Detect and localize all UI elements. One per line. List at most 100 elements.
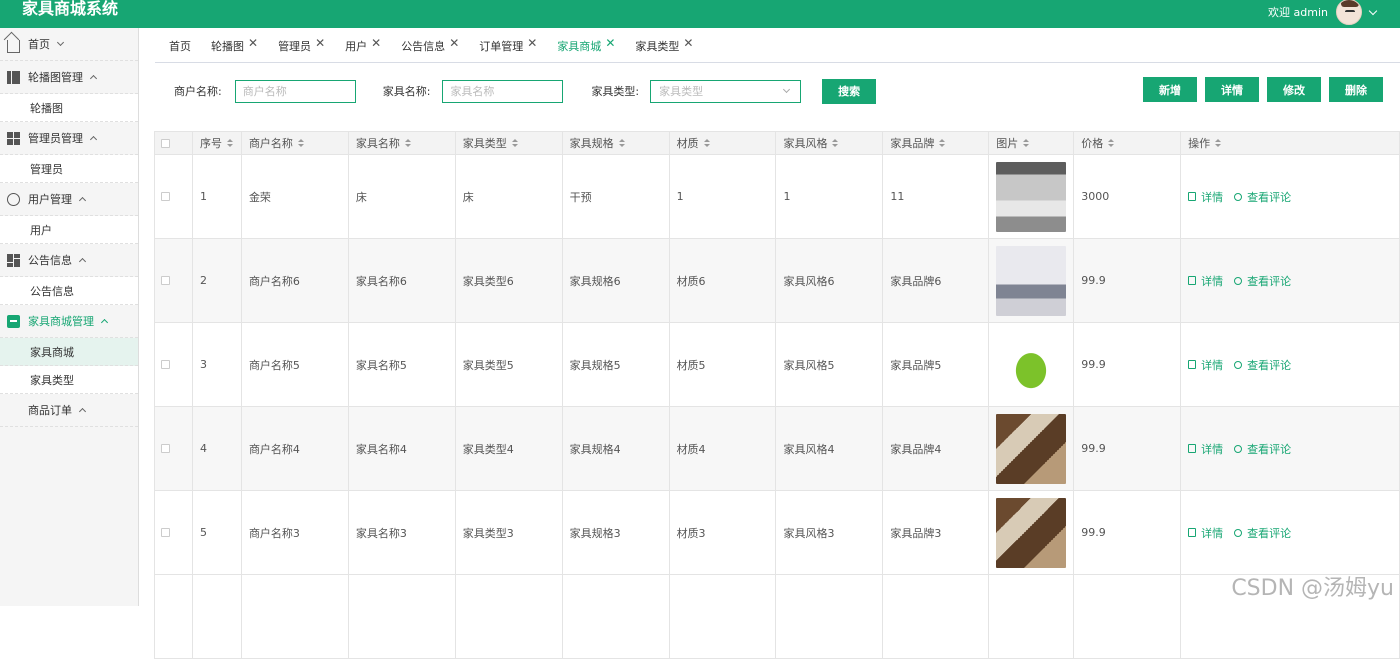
- close-icon[interactable]: ✕: [315, 36, 325, 50]
- row-select-cell: [155, 407, 193, 491]
- sidebar-group[interactable]: 商品订单: [0, 394, 138, 427]
- row-review-link[interactable]: 查看评论: [1234, 441, 1291, 457]
- furniture-image[interactable]: [996, 414, 1066, 484]
- avatar[interactable]: [1336, 0, 1362, 25]
- sort-icon[interactable]: [832, 139, 838, 148]
- column-header[interactable]: 家具类型: [456, 132, 563, 155]
- column-header[interactable]: 价格: [1074, 132, 1181, 155]
- sidebar-item[interactable]: 管理员: [0, 155, 138, 183]
- sidebar-group-label: 首页: [28, 36, 50, 52]
- tab-item[interactable]: 轮播图✕: [197, 30, 264, 63]
- cell-brand: 家具品牌5: [883, 323, 989, 407]
- close-icon[interactable]: ✕: [683, 36, 693, 50]
- sidebar-item[interactable]: 轮播图: [0, 94, 138, 122]
- table-row[interactable]: 2商户名称6家具名称6家具类型6家具规格6材质6家具风格6家具品牌699.9详情…: [155, 239, 1400, 323]
- column-header[interactable]: 家具品牌: [883, 132, 989, 155]
- table-row[interactable]: 5商户名称3家具名称3家具类型3家具规格3材质3家具风格3家具品牌399.9详情…: [155, 491, 1400, 575]
- column-header[interactable]: 图片: [989, 132, 1074, 155]
- sidebar-group[interactable]: 用户管理: [0, 183, 138, 216]
- row-detail-link[interactable]: 详情: [1188, 525, 1223, 541]
- row-checkbox[interactable]: [161, 192, 170, 201]
- cell-type: 家具类型4: [456, 407, 563, 491]
- close-icon[interactable]: ✕: [248, 36, 258, 50]
- column-header-label: 家具类型: [463, 135, 507, 151]
- row-checkbox[interactable]: [161, 528, 170, 537]
- furniture-image[interactable]: [996, 246, 1066, 316]
- delete-button[interactable]: 删除: [1329, 77, 1383, 102]
- row-review-link[interactable]: 查看评论: [1234, 525, 1291, 541]
- sort-icon[interactable]: [298, 139, 304, 148]
- sort-icon[interactable]: [227, 139, 233, 148]
- column-header[interactable]: 家具风格: [776, 132, 883, 155]
- tab-item[interactable]: 订单管理✕: [465, 30, 543, 63]
- table-row[interactable]: 1金荣床床干预11113000详情查看评论: [155, 155, 1400, 239]
- sidebar-item[interactable]: 家具类型: [0, 366, 138, 394]
- close-icon[interactable]: ✕: [371, 36, 381, 50]
- detail-button[interactable]: 详情: [1205, 77, 1259, 102]
- sort-icon[interactable]: [1108, 139, 1114, 148]
- row-review-link[interactable]: 查看评论: [1234, 357, 1291, 373]
- column-header[interactable]: 商户名称: [242, 132, 349, 155]
- chevron-down-icon: [783, 85, 790, 92]
- column-header[interactable]: 家具规格: [563, 132, 670, 155]
- edit-button[interactable]: 修改: [1267, 77, 1321, 102]
- tab-item[interactable]: 管理员✕: [264, 30, 331, 63]
- user-menu[interactable]: 欢迎 admin: [1268, 0, 1376, 24]
- chevron-down-icon: [57, 39, 64, 46]
- furniture-image[interactable]: [996, 162, 1066, 232]
- row-checkbox[interactable]: [161, 360, 170, 369]
- add-button[interactable]: 新增: [1143, 77, 1197, 102]
- furniture-image[interactable]: [996, 498, 1066, 568]
- tab-item[interactable]: 公告信息✕: [387, 30, 465, 63]
- sidebar-item[interactable]: 用户: [0, 216, 138, 244]
- column-header[interactable]: 家具名称: [349, 132, 456, 155]
- close-icon[interactable]: ✕: [605, 36, 615, 50]
- sidebar-group[interactable]: 轮播图管理: [0, 61, 138, 94]
- sort-icon[interactable]: [619, 139, 625, 148]
- row-review-link[interactable]: 查看评论: [1234, 273, 1291, 289]
- empty-cell: [242, 575, 349, 659]
- cell-brand: 家具品牌6: [883, 239, 989, 323]
- table-row[interactable]: 3商户名称5家具名称5家具类型5家具规格5材质5家具风格5家具品牌599.9详情…: [155, 323, 1400, 407]
- table-row[interactable]: 4商户名称4家具名称4家具类型4家具规格4材质4家具风格4家具品牌499.9详情…: [155, 407, 1400, 491]
- column-header[interactable]: 操作: [1181, 132, 1400, 155]
- sidebar-item[interactable]: 家具商城: [0, 338, 138, 366]
- sort-icon[interactable]: [405, 139, 411, 148]
- sidebar-group[interactable]: 首页: [0, 28, 138, 61]
- sidebar-item[interactable]: 公告信息: [0, 277, 138, 305]
- select-all-checkbox[interactable]: [161, 139, 170, 148]
- chevron-up-icon: [101, 319, 108, 326]
- sort-icon[interactable]: [704, 139, 710, 148]
- row-detail-link[interactable]: 详情: [1188, 441, 1223, 457]
- furniture-type-select[interactable]: 家具类型: [650, 80, 801, 103]
- row-review-link[interactable]: 查看评论: [1234, 189, 1291, 205]
- tab-item[interactable]: 家具商城✕: [543, 30, 621, 63]
- close-icon[interactable]: ✕: [527, 36, 537, 50]
- column-header[interactable]: 材质: [670, 132, 777, 155]
- tab-item[interactable]: 家具类型✕: [621, 30, 699, 63]
- search-button[interactable]: 搜索: [822, 79, 876, 104]
- sidebar-group[interactable]: 家具商城管理: [0, 305, 138, 338]
- badge-icon: [7, 193, 20, 206]
- tab-item[interactable]: 首页: [155, 30, 197, 63]
- sort-icon[interactable]: [1023, 139, 1029, 148]
- row-detail-link[interactable]: 详情: [1188, 357, 1223, 373]
- chevron-down-icon[interactable]: [1369, 6, 1377, 14]
- sidebar-group[interactable]: 公告信息: [0, 244, 138, 277]
- close-icon[interactable]: ✕: [449, 36, 459, 50]
- row-checkbox[interactable]: [161, 444, 170, 453]
- sort-icon[interactable]: [512, 139, 518, 148]
- row-detail-link[interactable]: 详情: [1188, 273, 1223, 289]
- column-header[interactable]: 序号: [193, 132, 242, 155]
- row-review-label: 查看评论: [1247, 273, 1291, 289]
- tab-item[interactable]: 用户✕: [331, 30, 387, 63]
- row-checkbox[interactable]: [161, 276, 170, 285]
- row-detail-link[interactable]: 详情: [1188, 189, 1223, 205]
- sort-icon[interactable]: [1215, 139, 1221, 148]
- sort-icon[interactable]: [939, 139, 945, 148]
- furniture-name-input[interactable]: [442, 80, 563, 103]
- sidebar-group[interactable]: 管理员管理: [0, 122, 138, 155]
- merchant-input[interactable]: [235, 80, 356, 103]
- merchant-label: 商户名称:: [174, 83, 222, 99]
- furniture-image[interactable]: [996, 330, 1066, 400]
